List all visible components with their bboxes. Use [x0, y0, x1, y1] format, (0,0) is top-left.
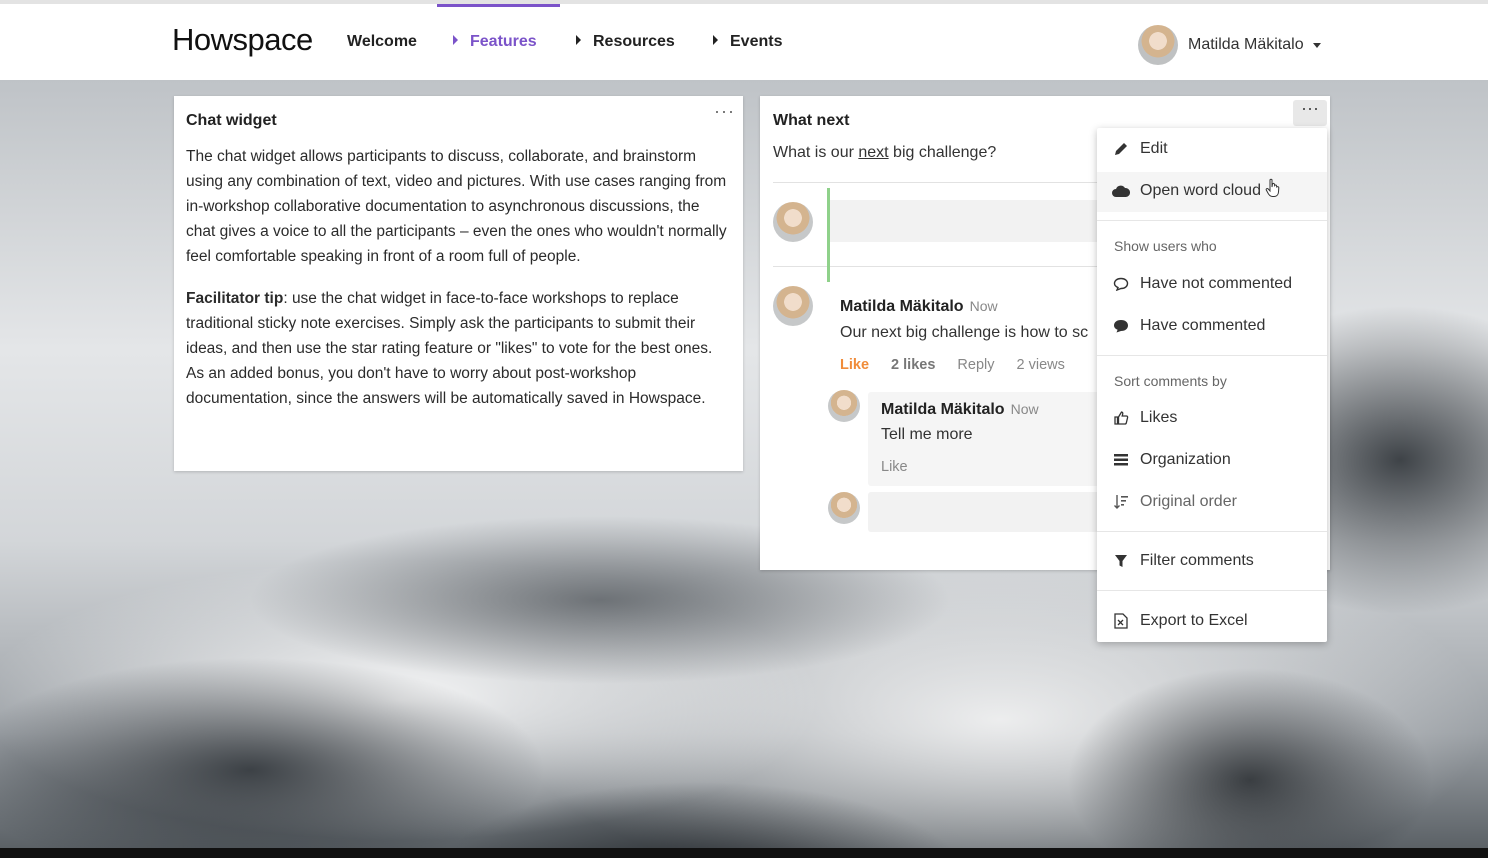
excel-file-icon	[1111, 613, 1131, 629]
like-button[interactable]: Like	[840, 357, 869, 373]
hand-cursor-icon	[1265, 178, 1281, 203]
menu-section-sort: Sort comments by	[1114, 373, 1227, 389]
nav-item-events-label: Events	[730, 33, 783, 50]
nav-active-indicator	[437, 4, 560, 7]
menu-item-sort-likes-label: Likes	[1140, 409, 1178, 426]
howspace-logo[interactable]: Howspace	[172, 22, 313, 58]
menu-item-sort-likes[interactable]: Likes	[1111, 409, 1177, 427]
filter-icon	[1111, 553, 1131, 569]
tip-text: : use the chat widget in face-to-face wo…	[186, 290, 713, 407]
reply-button[interactable]: Reply	[957, 357, 994, 373]
reply-text: Tell me more	[881, 426, 973, 443]
nav-item-events[interactable]: Events	[713, 33, 782, 51]
menu-item-open-word-cloud[interactable]: Open word cloud	[1111, 182, 1261, 200]
user-name: Matilda Mäkitalo	[1188, 36, 1304, 53]
menu-item-have-commented-label: Have commented	[1140, 317, 1266, 334]
menu-item-edit-label: Edit	[1140, 140, 1168, 157]
comment-input[interactable]	[827, 200, 1127, 242]
question-before: What is our	[773, 144, 859, 161]
views-count: 2 views	[1016, 357, 1065, 373]
menu-section-show-users: Show users who	[1114, 238, 1217, 254]
nav-item-features-label: Features	[470, 33, 537, 50]
menu-item-filter-comments[interactable]: Filter comments	[1111, 552, 1254, 570]
menu-item-sort-organization[interactable]: Organization	[1111, 451, 1231, 469]
facilitator-tip: Facilitator tip: use the chat widget in …	[186, 286, 731, 411]
more-options-icon[interactable]: ···	[714, 102, 735, 120]
avatar	[773, 286, 813, 326]
menu-item-export-excel[interactable]: Export to Excel	[1111, 612, 1248, 630]
list-icon	[1111, 452, 1131, 468]
menu-divider	[1097, 531, 1327, 532]
nav-item-resources-label: Resources	[593, 33, 675, 50]
comment-author[interactable]: Matilda Mäkitalo	[840, 298, 964, 315]
avatar	[1138, 25, 1178, 65]
tip-label: Facilitator tip	[186, 290, 284, 307]
reply-like-button[interactable]: Like	[881, 459, 908, 475]
reply-input[interactable]	[868, 492, 1100, 532]
nav-item-welcome[interactable]: Welcome	[347, 33, 417, 51]
pencil-icon	[1111, 141, 1131, 157]
menu-item-have-commented[interactable]: Have commented	[1111, 317, 1265, 335]
menu-item-sort-organization-label: Organization	[1140, 451, 1231, 468]
more-options-button[interactable]: ···	[1293, 99, 1327, 126]
menu-item-have-not-commented[interactable]: Have not commented	[1111, 275, 1292, 293]
reply-time: Now	[1010, 401, 1039, 417]
caret-right-icon	[453, 35, 458, 45]
caret-right-icon	[713, 35, 718, 45]
comment: Matilda Mäkitalo Now	[840, 298, 998, 316]
menu-divider	[1097, 355, 1327, 356]
comment-time: Now	[969, 298, 998, 314]
speech-bubble-icon	[1111, 318, 1131, 334]
sort-order-icon	[1111, 494, 1131, 510]
user-menu[interactable]: Matilda Mäkitalo	[1138, 24, 1321, 66]
menu-item-export-excel-label: Export to Excel	[1140, 612, 1248, 629]
reply: Matilda Mäkitalo Now	[881, 401, 1039, 419]
question-after: big challenge?	[888, 144, 997, 161]
options-dropdown-menu: Edit Open word cloud Show users who Have…	[1097, 128, 1327, 642]
caret-right-icon	[576, 35, 581, 45]
description-paragraph: The chat widget allows participants to d…	[186, 148, 727, 265]
bottom-strip	[0, 848, 1488, 858]
speech-bubble-outline-icon	[1111, 276, 1131, 292]
menu-divider	[1097, 590, 1327, 591]
menu-item-sort-original-order[interactable]: Original order	[1111, 493, 1237, 511]
menu-item-sort-original-order-label: Original order	[1140, 493, 1237, 510]
nav-item-features[interactable]: Features	[453, 33, 537, 51]
comment-highlight-bar	[827, 188, 830, 282]
chat-widget-title: Chat widget	[186, 112, 277, 129]
question-text: What is our next big challenge?	[773, 144, 996, 162]
avatar	[828, 492, 860, 524]
avatar	[828, 390, 860, 422]
cloud-icon	[1111, 183, 1131, 199]
chat-widget-card: Chat widget ··· The chat widget allows p…	[174, 96, 743, 471]
menu-item-filter-comments-label: Filter comments	[1140, 552, 1254, 569]
thumbs-up-icon	[1111, 410, 1131, 426]
comment-actions: Like 2 likes Reply 2 views	[840, 357, 1065, 373]
nav-item-resources[interactable]: Resources	[576, 33, 675, 51]
menu-item-edit[interactable]: Edit	[1111, 140, 1168, 158]
chat-widget-description: The chat widget allows participants to d…	[186, 144, 731, 428]
menu-item-open-word-cloud-label: Open word cloud	[1140, 182, 1261, 199]
menu-item-have-not-commented-label: Have not commented	[1140, 275, 1293, 292]
chevron-down-icon	[1312, 42, 1321, 48]
avatar	[773, 202, 813, 242]
comment-text: Our next big challenge is how to sc	[840, 324, 1089, 341]
likes-count[interactable]: 2 likes	[891, 357, 935, 373]
what-next-title: What next	[773, 112, 850, 129]
menu-divider	[1097, 220, 1327, 221]
question-underlined: next	[858, 144, 889, 161]
top-navigation-bar: Howspace Welcome Features Resources Even…	[0, 0, 1488, 80]
reply-author[interactable]: Matilda Mäkitalo	[881, 401, 1005, 418]
